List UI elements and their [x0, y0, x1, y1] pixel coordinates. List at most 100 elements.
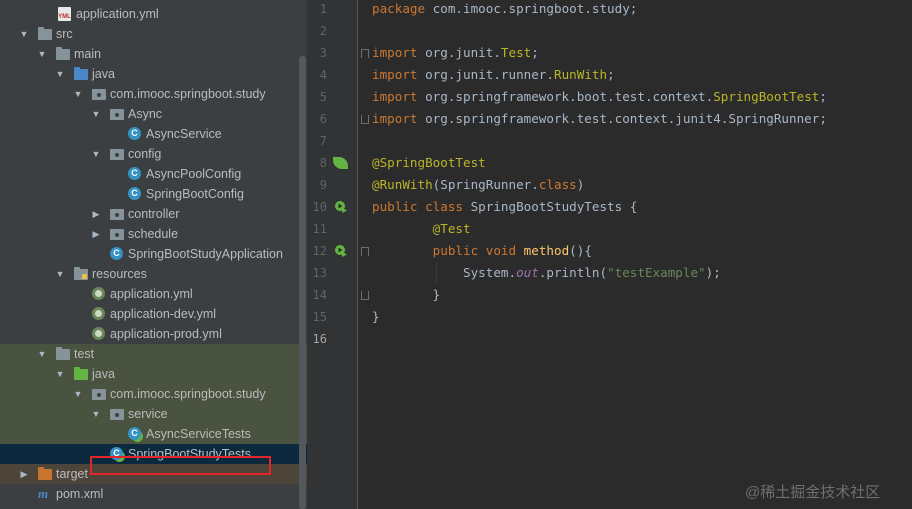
code-token: import — [372, 89, 426, 104]
tree-item-service[interactable]: ▼ service — [0, 404, 307, 424]
line-number: 16 — [312, 332, 327, 346]
package-icon — [110, 107, 124, 121]
tree-item-label: config — [128, 147, 162, 161]
chevron-down-icon[interactable]: ▼ — [72, 84, 84, 104]
tree-item-asyncpoolconfig[interactable]: C AsyncPoolConfig — [0, 164, 307, 184]
tree-item-asyncservicetests[interactable]: C AsyncServiceTests — [0, 424, 307, 444]
tree-item-com-imooc-springboot-study[interactable]: ▼ com.imooc.springboot.study — [0, 384, 307, 404]
tree-item-main[interactable]: ▼ main — [0, 44, 307, 64]
tree-item-test[interactable]: ▼ test — [0, 344, 307, 364]
code-token: } — [372, 287, 441, 302]
code-token: org.junit.runner. — [425, 67, 554, 82]
spring-boot-class-icon: C — [110, 247, 124, 261]
code-line[interactable]: @Test — [372, 218, 471, 240]
chevron-right-icon[interactable]: ▶ — [18, 464, 30, 484]
spring-yml-icon — [92, 307, 106, 321]
tree-item-springbootconfig[interactable]: C SpringBootConfig — [0, 184, 307, 204]
line-number: 4 — [319, 68, 327, 82]
tree-item-schedule[interactable]: ▶ schedule — [0, 224, 307, 244]
line-number: 9 — [319, 178, 327, 192]
chevron-down-icon[interactable]: ▼ — [54, 264, 66, 284]
chevron-down-icon[interactable]: ▼ — [90, 404, 102, 424]
code-line[interactable]: } — [372, 284, 441, 306]
chevron-down-icon[interactable]: ▼ — [90, 144, 102, 164]
tree-item-application-yml[interactable]: application.yml — [0, 284, 307, 304]
tree-item-label: AsyncPoolConfig — [146, 167, 242, 181]
tree-item-config[interactable]: ▼ config — [0, 144, 307, 164]
source-folder-icon — [74, 67, 88, 81]
tree-item-application-yml[interactable]: YML application.yml — [0, 4, 307, 24]
fold-start-marker[interactable] — [361, 49, 369, 58]
tree-item-label: application-dev.yml — [110, 307, 217, 321]
line-number: 14 — [312, 288, 327, 302]
tree-item-async[interactable]: ▼ Async — [0, 104, 307, 124]
fold-end-marker[interactable] — [361, 115, 369, 124]
code-line[interactable]: import org.junit.Test; — [372, 42, 539, 64]
tree-item-controller[interactable]: ▶ controller — [0, 204, 307, 224]
tree-item-label: service — [128, 407, 168, 421]
line-number: 1 — [319, 2, 327, 16]
code-line[interactable]: import org.junit.runner.RunWith; — [372, 64, 615, 86]
code-token: SpringBootTest — [713, 89, 820, 104]
tree-item-application-dev-yml[interactable]: application-dev.yml — [0, 304, 307, 324]
tree-item-resources[interactable]: ▼ resources — [0, 264, 307, 284]
chevron-down-icon[interactable]: ▼ — [54, 64, 66, 84]
line-number: 15 — [312, 310, 327, 324]
run-test-icon[interactable] — [334, 244, 348, 258]
code-token: } — [372, 309, 380, 324]
tree-scrollbar[interactable] — [299, 56, 306, 509]
tree-item-java[interactable]: ▼ java — [0, 64, 307, 84]
test-source-folder-icon — [74, 367, 88, 381]
fold-start-marker[interactable] — [361, 247, 369, 256]
code-token: org.springframework.test.context.junit4.… — [425, 111, 827, 126]
chevron-down-icon[interactable]: ▼ — [54, 364, 66, 384]
tree-item-java[interactable]: ▼ java — [0, 364, 307, 384]
code-line[interactable]: public class SpringBootStudyTests { — [372, 196, 637, 218]
code-line[interactable]: import org.springframework.test.context.… — [372, 108, 827, 130]
code-token: ; — [819, 89, 827, 104]
test-class-icon: C — [128, 427, 142, 441]
code-line[interactable]: public void method(){ — [372, 240, 592, 262]
package-icon — [92, 387, 106, 401]
code-line[interactable]: } — [372, 306, 380, 328]
chevron-down-icon[interactable]: ▼ — [36, 44, 48, 64]
code-token: method — [523, 243, 570, 258]
code-line[interactable]: @RunWith(SpringRunner.class) — [372, 174, 584, 196]
tree-item-pom-xml[interactable]: m pom.xml — [0, 484, 307, 504]
code-line[interactable]: @SpringBootTest — [372, 152, 486, 174]
code-line[interactable]: package com.imooc.springboot.study; — [372, 0, 637, 20]
tree-item-asyncservice[interactable]: C AsyncService — [0, 124, 307, 144]
chevron-down-icon[interactable]: ▼ — [18, 24, 30, 44]
line-number: 11 — [312, 222, 327, 236]
code-line[interactable]: System.out.println("testExample"); — [372, 262, 721, 284]
chevron-down-icon[interactable]: ▼ — [90, 104, 102, 124]
code-line[interactable]: import org.springframework.boot.test.con… — [372, 86, 827, 108]
chevron-down-icon[interactable]: ▼ — [36, 344, 48, 364]
code-token: (){ — [569, 243, 592, 258]
code-token: @RunWith — [372, 177, 433, 192]
tree-item-application-prod-yml[interactable]: application-prod.yml — [0, 324, 307, 344]
class-icon: C — [128, 167, 142, 181]
chevron-right-icon[interactable]: ▶ — [90, 204, 102, 224]
tree-item-src[interactable]: ▼ src — [0, 24, 307, 44]
tree-item-label: AsyncServiceTests — [146, 427, 251, 441]
watermark-text: @稀土掘金技术社区 — [745, 484, 881, 501]
tree-item-label: main — [74, 47, 102, 61]
line-number: 10 — [312, 200, 327, 214]
fold-end-marker[interactable] — [361, 291, 369, 300]
tree-item-com-imooc-springboot-study[interactable]: ▼ com.imooc.springboot.study — [0, 84, 307, 104]
excluded-folder-icon — [38, 467, 52, 481]
run-tests-icon[interactable] — [334, 200, 348, 214]
tree-item-label: com.imooc.springboot.study — [110, 387, 266, 401]
class-icon: C — [128, 127, 142, 141]
line-number: 6 — [319, 112, 327, 126]
package-icon — [110, 207, 124, 221]
chevron-down-icon[interactable]: ▼ — [72, 384, 84, 404]
code-token: org.springframework.boot.test.context. — [425, 89, 714, 104]
tree-item-label: application.yml — [76, 7, 159, 21]
code-token: @SpringBootTest — [372, 155, 486, 170]
tree-item-springbootstudyapplication[interactable]: C SpringBootStudyApplication — [0, 244, 307, 264]
code-token: .println( — [538, 265, 608, 280]
chevron-right-icon[interactable]: ▶ — [90, 224, 102, 244]
